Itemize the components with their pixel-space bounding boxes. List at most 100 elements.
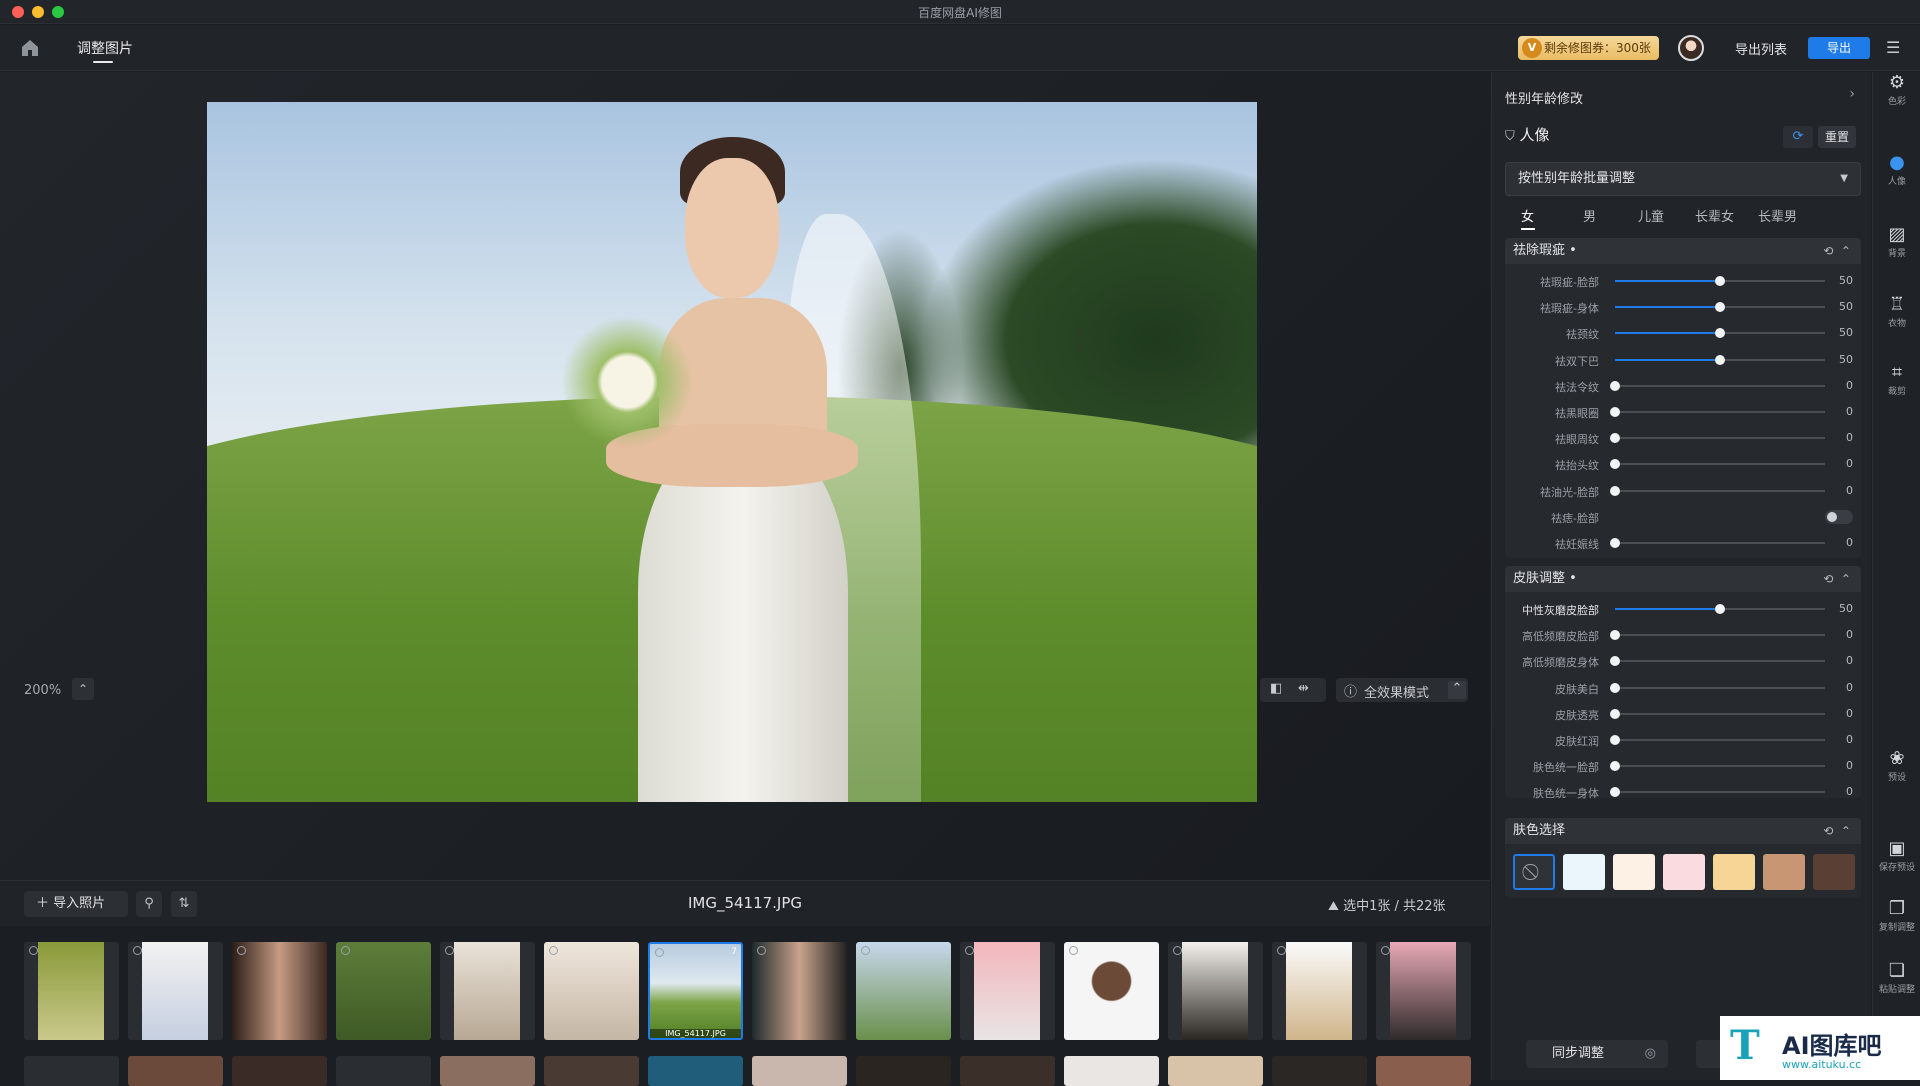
- thumbnail[interactable]: [24, 942, 119, 1040]
- thumbnail[interactable]: [232, 942, 327, 1040]
- slider-knob[interactable]: [1610, 485, 1620, 496]
- slider-knob[interactable]: [1610, 459, 1620, 470]
- section-controls[interactable]: ⟲ ⌃: [1823, 238, 1851, 264]
- effect-mode-selector[interactable]: ⓘ 全效果模式 ⌃: [1336, 678, 1468, 702]
- thumbnail[interactable]: [336, 1056, 431, 1086]
- thumbnail[interactable]: [440, 1056, 535, 1086]
- skin-color-section-header[interactable]: 肤色选择 ⟲ ⌃: [1505, 818, 1861, 844]
- slider-track[interactable]: [1610, 407, 1825, 417]
- rail-background[interactable]: ▨ 背景: [1873, 224, 1920, 259]
- section-controls[interactable]: ⟲ ⌃: [1823, 566, 1851, 592]
- rail-color[interactable]: ⚙ 色彩: [1873, 72, 1920, 107]
- export-button[interactable]: 导出: [1808, 37, 1870, 59]
- slider-track[interactable]: [1610, 433, 1825, 444]
- skin-color-swatch[interactable]: [1663, 854, 1705, 890]
- tab-elder-female[interactable]: 长辈女: [1695, 206, 1734, 225]
- slider-knob[interactable]: [1610, 761, 1620, 772]
- slider-knob[interactable]: [1610, 407, 1620, 417]
- thumbnail[interactable]: [1064, 942, 1159, 1040]
- skin-color-swatch[interactable]: [1613, 854, 1655, 890]
- slider-track[interactable]: [1610, 630, 1825, 641]
- slider-knob[interactable]: [1610, 682, 1620, 693]
- slider-knob[interactable]: [1715, 276, 1725, 286]
- skin-color-swatch[interactable]: [1563, 854, 1605, 890]
- skin-color-swatch[interactable]: [1813, 854, 1855, 890]
- tab-female[interactable]: 女: [1521, 206, 1534, 225]
- slider-knob[interactable]: [1610, 630, 1620, 641]
- tab-male[interactable]: 男: [1583, 206, 1596, 225]
- home-button[interactable]: [18, 36, 42, 60]
- rail-save-preset[interactable]: ▣ 保存预设: [1873, 838, 1920, 873]
- slider-track[interactable]: [1610, 761, 1825, 772]
- zoom-menu-button[interactable]: ⌃: [72, 678, 94, 700]
- sync-adjust-button[interactable]: 同步调整 ◎: [1526, 1040, 1668, 1068]
- slider-knob[interactable]: [1610, 708, 1620, 719]
- slider-knob[interactable]: [1610, 787, 1620, 798]
- slider-track[interactable]: [1610, 735, 1825, 745]
- skin-color-swatch[interactable]: [1713, 854, 1755, 890]
- slider-knob[interactable]: [1610, 656, 1620, 667]
- slider-track[interactable]: [1615, 604, 1825, 614]
- tab-adjust-image[interactable]: 调整图片: [77, 38, 133, 58]
- slider-knob[interactable]: [1610, 538, 1620, 548]
- slider-track[interactable]: [1610, 656, 1825, 667]
- slider-knob[interactable]: [1610, 735, 1620, 745]
- thumbnail[interactable]: [24, 1056, 119, 1086]
- main-photo[interactable]: [207, 102, 1257, 802]
- thumbnail[interactable]: [960, 942, 1055, 1040]
- thumbnail[interactable]: [1064, 1056, 1159, 1086]
- thumbnail[interactable]: [440, 942, 535, 1040]
- thumbnail[interactable]: [960, 1056, 1055, 1086]
- reset-button[interactable]: 重置: [1818, 126, 1856, 148]
- swap-face-icon[interactable]: ⟳: [1783, 126, 1813, 148]
- rail-preset[interactable]: ❀ 预设: [1873, 748, 1920, 783]
- chevron-right-icon[interactable]: ›: [1849, 86, 1855, 102]
- thumbnail[interactable]: [336, 942, 431, 1040]
- slider-track[interactable]: [1610, 459, 1825, 470]
- export-list-button[interactable]: 导出列表: [1735, 39, 1787, 58]
- thumbnail[interactable]: [544, 942, 639, 1040]
- slider-track[interactable]: [1610, 787, 1825, 798]
- toggle-switch[interactable]: [1825, 509, 1853, 524]
- slider-track[interactable]: [1610, 538, 1825, 548]
- rail-clothes[interactable]: ♖ 衣物: [1873, 294, 1920, 329]
- thumbnail[interactable]: [544, 1056, 639, 1086]
- section-controls[interactable]: ⟲ ⌃: [1823, 818, 1851, 844]
- batch-adjust-select[interactable]: 按性别年龄批量调整 ▼: [1505, 162, 1861, 196]
- rail-copy[interactable]: ❐ 复制调整: [1873, 898, 1920, 933]
- slider-track[interactable]: [1610, 380, 1825, 391]
- slider-knob[interactable]: [1715, 328, 1725, 339]
- no-color-icon[interactable]: ⃠: [1513, 854, 1555, 890]
- blemish-section-header[interactable]: 祛除瑕疵 • ⟲ ⌃: [1505, 238, 1861, 264]
- rail-crop[interactable]: ⌗ 裁剪: [1873, 362, 1920, 397]
- slider-track[interactable]: [1615, 328, 1825, 339]
- hamburger-icon[interactable]: ☰: [1886, 38, 1900, 57]
- avatar[interactable]: [1678, 35, 1704, 61]
- slider-knob[interactable]: [1715, 604, 1725, 614]
- slider-track[interactable]: [1615, 302, 1825, 313]
- thumbnail[interactable]: [128, 1056, 223, 1086]
- slider-knob[interactable]: [1715, 354, 1725, 365]
- thumbnail[interactable]: [752, 942, 847, 1040]
- slider-knob[interactable]: [1610, 380, 1620, 391]
- coupon-badge[interactable]: V 剩余修图券：300张: [1518, 36, 1659, 60]
- slider-knob[interactable]: [1610, 433, 1620, 444]
- skin-section-header[interactable]: 皮肤调整 • ⟲ ⌃: [1505, 566, 1861, 592]
- thumbnail-selected[interactable]: 7 IMG_54117.JPG: [648, 942, 743, 1040]
- tab-child[interactable]: 儿童: [1638, 206, 1664, 225]
- thumbnail[interactable]: [232, 1056, 327, 1086]
- rail-portrait[interactable]: ● 人像: [1873, 152, 1920, 187]
- thumbnail[interactable]: [1272, 1056, 1367, 1086]
- thumbnail[interactable]: [752, 1056, 847, 1086]
- slider-track[interactable]: [1610, 682, 1825, 693]
- slider-track[interactable]: [1615, 276, 1825, 286]
- thumbnail[interactable]: [1376, 1056, 1471, 1086]
- slider-compare-icon[interactable]: ⇹: [1298, 681, 1309, 696]
- slider-track[interactable]: [1615, 354, 1825, 365]
- split-compare-icon[interactable]: ◧: [1270, 681, 1282, 696]
- tab-elder-male[interactable]: 长辈男: [1758, 206, 1797, 225]
- thumbnail[interactable]: [648, 1056, 743, 1086]
- chevron-up-icon[interactable]: ⌃: [1448, 681, 1466, 699]
- thumbnail[interactable]: [1168, 1056, 1263, 1086]
- thumbnail[interactable]: [856, 942, 951, 1040]
